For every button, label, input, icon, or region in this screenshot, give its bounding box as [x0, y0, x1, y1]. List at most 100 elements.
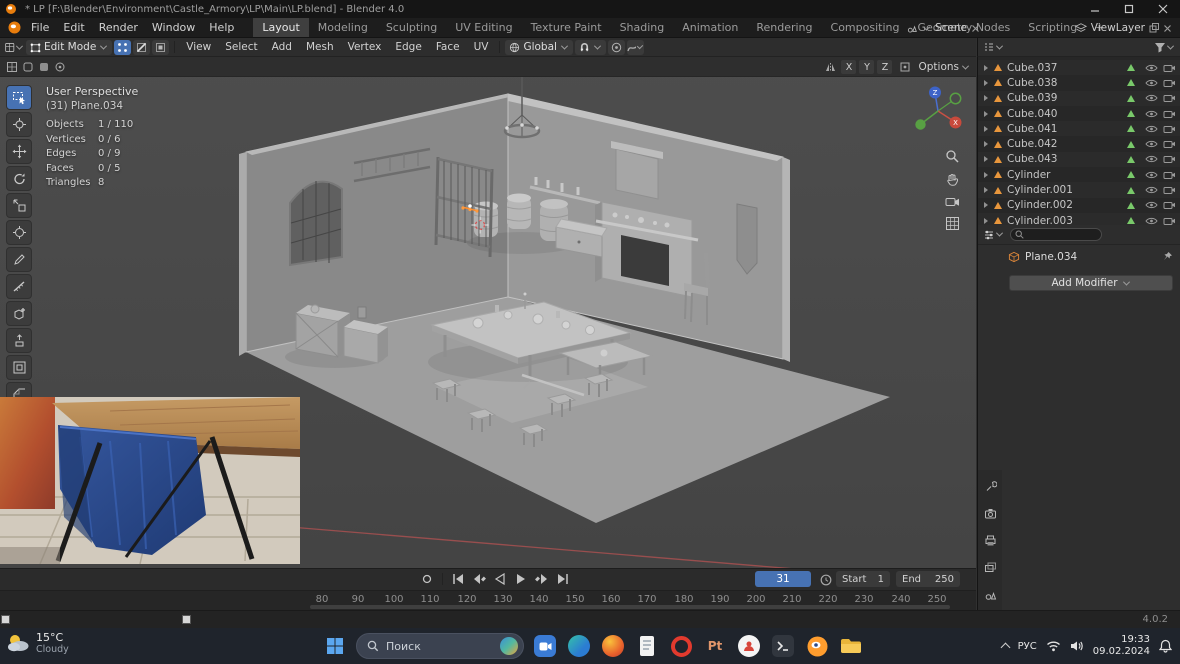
menu-mesh[interactable]: Mesh: [300, 41, 340, 53]
firefox-browser-icon[interactable]: [600, 633, 626, 659]
disable-render-camera-icon[interactable]: [1163, 93, 1176, 103]
start-button[interactable]: [322, 633, 348, 659]
paint-tool-icon[interactable]: Pt: [702, 633, 728, 659]
properties-editor-icon[interactable]: [983, 229, 1004, 241]
menu-face[interactable]: Face: [430, 41, 466, 53]
terminal-app-icon[interactable]: [770, 633, 796, 659]
menu-edit[interactable]: Edit: [56, 18, 91, 37]
tool-inset-button[interactable]: [6, 355, 32, 380]
tool-add-cube-button[interactable]: [6, 301, 32, 326]
weather-widget[interactable]: 15°CCloudy: [6, 631, 69, 655]
frame-start-field[interactable]: Start 1: [836, 571, 890, 587]
hide-eye-icon[interactable]: [1145, 78, 1158, 88]
face-select-mode-button[interactable]: [152, 40, 169, 55]
tool-measure-button[interactable]: [6, 274, 32, 299]
hide-eye-icon[interactable]: [1145, 185, 1158, 195]
orthographic-grid-icon[interactable]: [945, 216, 960, 231]
taskbar-clock[interactable]: 19:33 09.02.2024: [1093, 634, 1150, 659]
edge-browser-icon[interactable]: [566, 633, 592, 659]
workspace-tab-texture-paint[interactable]: Texture Paint: [522, 18, 611, 37]
viewport-option-icon-3[interactable]: [38, 61, 50, 73]
hidden-icons-chevron[interactable]: [1000, 643, 1010, 653]
timeline-scrollbar[interactable]: [310, 605, 950, 609]
workspace-tab-uv-editing[interactable]: UV Editing: [446, 18, 521, 37]
play-reverse-button[interactable]: [491, 571, 509, 587]
outliner-row[interactable]: Cube.040: [978, 106, 1180, 121]
disable-render-camera-icon[interactable]: [1163, 170, 1176, 180]
hide-eye-icon[interactable]: [1145, 154, 1158, 164]
tool-select-box-button[interactable]: [6, 85, 32, 110]
mirror-y-button[interactable]: Y: [859, 60, 874, 74]
hide-eye-icon[interactable]: [1145, 170, 1158, 180]
chat-app-icon[interactable]: [532, 633, 558, 659]
outliner-row[interactable]: Cube.042: [978, 136, 1180, 151]
minimize-button[interactable]: [1078, 0, 1112, 18]
view-layer-selector[interactable]: ViewLayer: [1075, 18, 1172, 38]
outliner-row[interactable]: Cylinder.001: [978, 182, 1180, 197]
workspace-tab-shading[interactable]: Shading: [611, 18, 674, 37]
proportional-editing-icon[interactable]: [608, 40, 625, 55]
tool-annotate-button[interactable]: [6, 247, 32, 272]
volume-icon[interactable]: [1070, 640, 1084, 652]
hide-eye-icon[interactable]: [1145, 93, 1158, 103]
menu-view[interactable]: View: [180, 41, 217, 53]
menu-select[interactable]: Select: [219, 41, 263, 53]
tab-output[interactable]: [980, 532, 1000, 548]
outliner-row[interactable]: Cube.043: [978, 152, 1180, 167]
opera-browser-icon[interactable]: [668, 633, 694, 659]
new-layer-icon[interactable]: [1149, 23, 1159, 33]
hide-eye-icon[interactable]: [1145, 200, 1158, 210]
menu-add[interactable]: Add: [266, 41, 298, 53]
disable-render-camera-icon[interactable]: [1163, 139, 1176, 149]
snap-target-icon[interactable]: [899, 61, 911, 73]
hide-eye-icon[interactable]: [1145, 63, 1158, 73]
tab-view-layer[interactable]: [980, 559, 1000, 575]
viewport-option-icon-4[interactable]: [54, 61, 66, 73]
current-frame-field[interactable]: 31: [755, 571, 811, 587]
viewport-option-icon-1[interactable]: [6, 61, 18, 73]
jump-to-start-button[interactable]: [449, 571, 467, 587]
tab-tool[interactable]: [980, 478, 1000, 494]
edge-select-mode-button[interactable]: [133, 40, 150, 55]
search-daily-image[interactable]: [499, 636, 519, 656]
outliner-editor-icon[interactable]: [983, 41, 1004, 53]
tool-move-button[interactable]: [6, 139, 32, 164]
workspace-tab-sculpting[interactable]: Sculpting: [377, 18, 446, 37]
tool-transform-button[interactable]: [6, 220, 32, 245]
unlink-icon[interactable]: [971, 24, 980, 33]
tab-render[interactable]: [980, 505, 1000, 521]
tool-cursor-button[interactable]: [6, 112, 32, 137]
disable-render-camera-icon[interactable]: [1163, 200, 1176, 210]
snapping-dropdown[interactable]: [575, 40, 606, 55]
blender-app-icon[interactable]: [804, 633, 830, 659]
close-button[interactable]: [1146, 0, 1180, 18]
file-explorer-icon[interactable]: [838, 633, 864, 659]
vertex-select-mode-button[interactable]: [114, 40, 131, 55]
mirror-icon[interactable]: [825, 62, 838, 73]
outliner-row[interactable]: Cube.038: [978, 75, 1180, 90]
hide-eye-icon[interactable]: [1145, 216, 1158, 225]
play-button[interactable]: [512, 571, 530, 587]
notepad-app-icon[interactable]: [634, 633, 660, 659]
hide-eye-icon[interactable]: [1145, 109, 1158, 119]
workspace-tab-layout[interactable]: Layout: [253, 18, 308, 37]
viewport-3d[interactable]: X Y Z Options: [0, 57, 976, 568]
timeline-ruler[interactable]: 80 90 100 110 120 130 140 150 160 170 18…: [0, 590, 976, 611]
mode-dropdown[interactable]: Edit Mode: [26, 40, 112, 55]
hide-eye-icon[interactable]: [1145, 124, 1158, 134]
unlink-icon[interactable]: [1163, 24, 1172, 33]
tool-extrude-button[interactable]: [6, 328, 32, 353]
disable-render-camera-icon[interactable]: [1163, 63, 1176, 73]
disable-render-camera-icon[interactable]: [1163, 109, 1176, 119]
tool-scale-button[interactable]: [6, 193, 32, 218]
falloff-dropdown[interactable]: [627, 40, 644, 55]
workspace-tab-compositing[interactable]: Compositing: [822, 18, 909, 37]
add-modifier-button[interactable]: Add Modifier: [1009, 275, 1173, 291]
disable-render-camera-icon[interactable]: [1163, 216, 1176, 225]
disable-render-camera-icon[interactable]: [1163, 78, 1176, 88]
wifi-icon[interactable]: [1046, 640, 1061, 652]
pin-icon[interactable]: [1162, 251, 1173, 262]
filter-funnel-icon[interactable]: [1154, 42, 1175, 53]
tab-scene[interactable]: [980, 586, 1000, 602]
pan-hand-icon[interactable]: [945, 172, 960, 187]
